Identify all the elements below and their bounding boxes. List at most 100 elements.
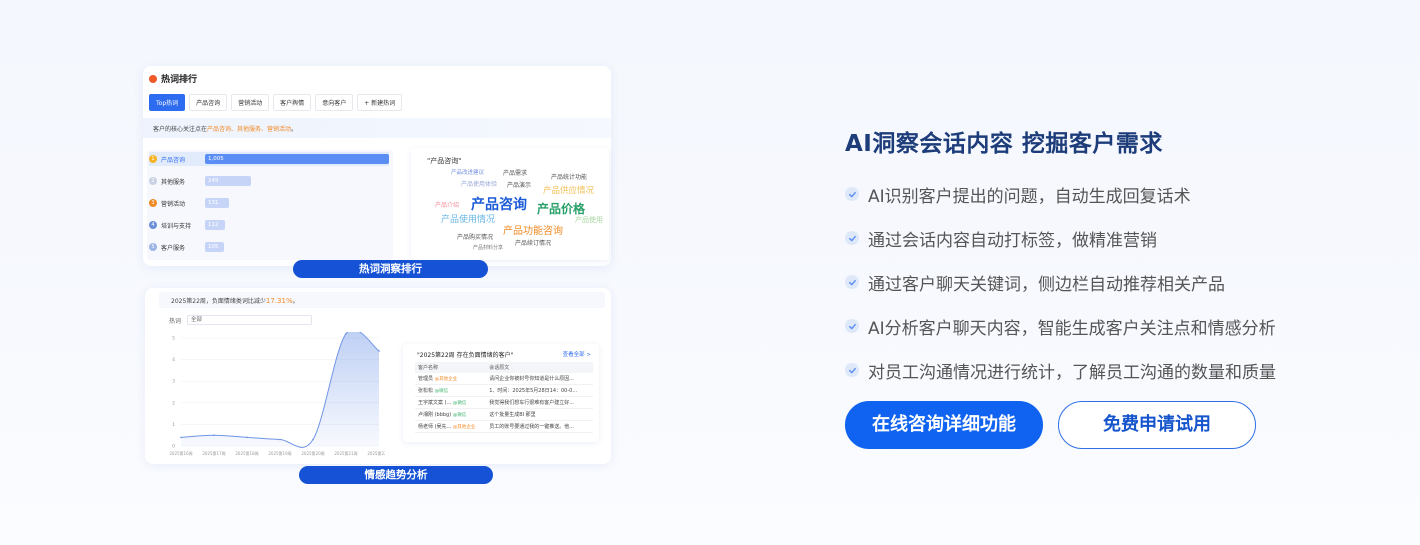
y-tick-label: 3 <box>172 379 175 385</box>
data-point <box>246 436 248 439</box>
tab-marketing[interactable]: 营销活动 <box>231 94 270 111</box>
data-point <box>213 434 215 436</box>
cloud-word: 产品使用情况 <box>441 215 496 225</box>
feature-text: 通过客户聊天关键词，侧边栏自动推荐相关产品 <box>868 274 1225 295</box>
cloud-word: 产品改进建议 <box>451 170 485 176</box>
ranking-row[interactable]: 4 培训与支持 112 <box>149 218 225 232</box>
feature-text: AI识别客户提出的问题，自动生成回复话术 <box>868 186 1191 207</box>
negative-customers-panel: "2025第22周 存在负面情绪的客户" 查看全部 > 客户名称 会话原文 管理… <box>403 344 599 442</box>
data-point <box>180 436 182 439</box>
ranking-bar: 112 <box>205 220 225 230</box>
cloud-word: 产品需求 <box>503 170 528 177</box>
cloud-word: 产品供应情况 <box>543 186 595 196</box>
cloud-word: 产品续订情况 <box>515 240 552 247</box>
x-tick-label: 2025第21周 <box>334 450 357 456</box>
check-icon <box>845 187 859 201</box>
tab-product-consult[interactable]: 产品咨询 <box>189 94 228 111</box>
conversation-cell: 员工的账号要通过我的一键推送。他... <box>486 420 593 433</box>
x-tick-label: 2025第22周 <box>367 450 385 456</box>
table-row[interactable]: 王宇斌文案 (... @微信 我觉得我们想车行很难有客户建立好... <box>415 396 593 409</box>
hot-words-card: 热词排行 Top热词 产品咨询 营销活动 客户舆情 意向客户 + 新建热词 客户… <box>143 66 611 266</box>
y-tick-label: 2 <box>172 400 175 406</box>
feature-text: 对员工沟通情况进行统计，了解员工沟通的数量和质量 <box>868 362 1276 383</box>
check-icon <box>845 275 859 289</box>
x-tick-label: 2025第19周 <box>268 450 291 456</box>
tab-top-hot-words[interactable]: Top热词 <box>149 94 186 111</box>
y-tick-label: 4 <box>172 357 175 363</box>
data-point <box>378 350 380 352</box>
table-row[interactable]: 管理员 @其他企业 请问企业你被封号你知道是什么原因... <box>415 373 593 385</box>
ranking-name: 产品咨询 <box>161 156 186 164</box>
feature-item: AI识别客户提出的问题，自动生成回复话术 <box>845 172 1276 216</box>
table-row[interactable]: 张松松 @微信 1、时间：2025年5月28日14：00-0... <box>415 384 593 397</box>
ranking-name: 其他服务 <box>161 178 186 186</box>
conversation-cell: 这个批量生成BI 那里 <box>486 408 593 421</box>
hot-word-ranking: 1 产品咨询 1,005 2 其他服务 249 3 营销活动 131 4 培训与支持 112 5 客户服务… <box>147 150 393 260</box>
col-conversation: 会话原文 <box>486 362 593 373</box>
table-row[interactable]: 卢湘刚 (bbbg) @微信 这个批量生成BI 那里 <box>415 408 593 421</box>
ranking-bar: 249 <box>205 176 251 186</box>
rank-number: 3 <box>149 199 157 207</box>
hot-words-tabs: Top热词 产品咨询 营销活动 客户舆情 意向客户 + 新建热词 <box>149 94 403 111</box>
channel-tag: @微信 <box>434 389 449 394</box>
y-tick-label: 1 <box>172 422 175 428</box>
cloud-word: 产品购买情况 <box>457 234 494 241</box>
sentiment-card: 2025第22周，负面情绪类词比减少17.31%。 热词 全部 0 1 2 3 4 5 20… <box>145 288 611 464</box>
channel-tag: @其他企业 <box>452 425 476 430</box>
ranking-name: 培训与支持 <box>161 222 192 230</box>
free-trial-button[interactable]: 免费申请试用 <box>1058 401 1256 449</box>
check-icon <box>845 319 859 333</box>
feature-item: 通过会话内容自动打标签，做精准营销 <box>845 216 1276 260</box>
ranking-row[interactable]: 3 营销活动 131 <box>149 196 229 210</box>
channel-tag: @微信 <box>452 401 467 406</box>
word-cloud: "产品咨询" 产品咨询 产品价格 产品功能咨询 产品使用情况 产品供应情况 产品统计功能产… <box>411 148 609 260</box>
check-icon <box>845 363 859 377</box>
view-all-link[interactable]: 查看全部 > <box>563 350 591 358</box>
cloud-word: 产品功能咨询 <box>503 226 563 237</box>
hot-word-select[interactable]: 全部 <box>187 315 313 325</box>
x-tick-label: 2025第17周 <box>202 450 225 456</box>
cloud-word: 产品咨询 <box>471 197 527 213</box>
ranking-row[interactable]: 5 客户服务 105 <box>149 240 224 254</box>
tab-intent-customers[interactable]: 意向客户 <box>315 94 354 111</box>
core-focus-summary: 客户的核心关注点在产品咨询、其他服务、营销活动。 <box>143 118 611 138</box>
sentiment-caption: 情感趋势分析 <box>299 466 493 484</box>
conversation-cell: 我觉得我们想车行很难有客户建立好... <box>486 396 593 409</box>
ranking-name: 营销活动 <box>161 200 186 208</box>
word-cloud-title: "产品咨询" <box>427 157 462 165</box>
ranking-row[interactable]: 1 产品咨询 1,005 <box>149 152 389 166</box>
customer-name-cell: 管理员 @其他企业 <box>415 373 487 385</box>
customer-name-cell: 王宇斌文案 (... @微信 <box>415 396 487 409</box>
feature-list: AI识别客户提出的问题，自动生成回复话术通过会话内容自动打标签，做精准营销通过客… <box>845 172 1276 392</box>
rank-number: 2 <box>149 177 157 185</box>
y-tick-label: 5 <box>172 336 175 342</box>
y-tick-label: 0 <box>172 444 175 450</box>
rank-number: 4 <box>149 221 157 229</box>
hot-words-caption: 热词洞察排行 <box>293 260 488 278</box>
channel-tag: @微信 <box>452 413 467 418</box>
feature-item: AI分析客户聊天内容，智能生成客户关注点和情感分析 <box>845 304 1276 348</box>
sentiment-area <box>181 332 379 448</box>
rank-number: 5 <box>149 243 157 251</box>
x-tick-label: 2025第18周 <box>235 450 258 456</box>
rank-number: 1 <box>149 155 157 163</box>
customer-name-cell: 卢湘刚 (bbbg) @微信 <box>415 408 487 421</box>
ranking-bar: 131 <box>205 198 229 208</box>
data-point <box>279 438 281 441</box>
online-consult-button[interactable]: 在线咨询详细功能 <box>845 401 1043 449</box>
negative-change-pct: 17.31% <box>265 297 293 305</box>
col-customer-name: 客户名称 <box>415 362 487 373</box>
new-hot-word-button[interactable]: + 新建热词 <box>357 94 403 111</box>
ranking-row[interactable]: 2 其他服务 249 <box>149 174 251 188</box>
table-row[interactable]: 杨老师 (吴先... @其他企业 员工的账号要通过我的一键推送。他... <box>415 420 593 433</box>
channel-tag: @其他企业 <box>434 377 458 382</box>
customer-name-cell: 杨老师 (吴先... @其他企业 <box>415 420 487 433</box>
tab-public-opinion[interactable]: 客户舆情 <box>273 94 312 111</box>
hot-words-title: 热词排行 <box>149 72 197 85</box>
x-tick-label: 2025第20周 <box>301 450 324 456</box>
negative-customers-title: "2025第22周 存在负面情绪的客户" <box>417 352 514 359</box>
conversation-cell: 1、时间：2025年5月28日14：00-0... <box>486 384 593 397</box>
cloud-word: 产品使用体验 <box>461 181 498 188</box>
hot-word-filter: 热词 全部 <box>169 315 313 325</box>
feature-item: 通过客户聊天关键词，侧边栏自动推荐相关产品 <box>845 260 1276 304</box>
